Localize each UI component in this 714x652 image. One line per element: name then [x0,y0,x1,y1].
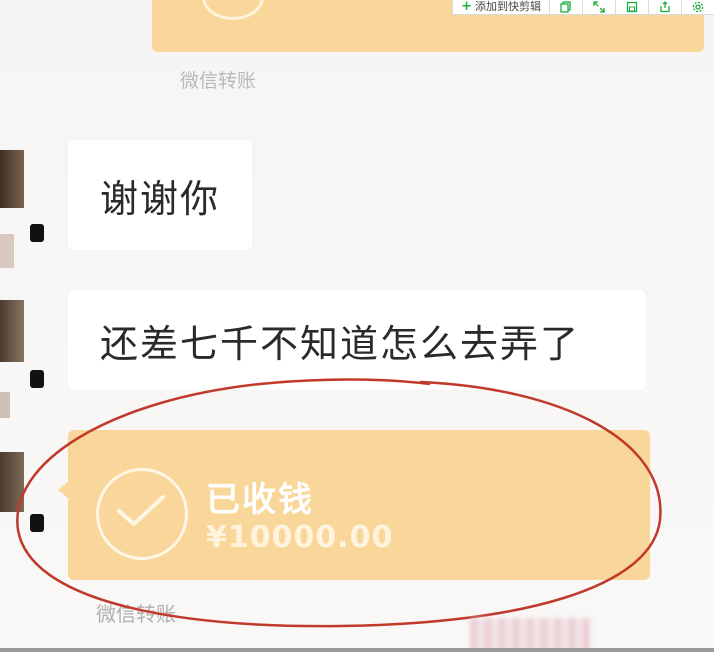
transfer-status: 已收钱 [206,480,314,520]
avatar-fragment [0,392,10,418]
avatar-fragment [0,234,14,268]
share-icon [659,0,671,17]
save-button[interactable] [616,0,649,14]
expand-button[interactable] [583,0,616,14]
avatar[interactable] [0,452,24,512]
copy-icon [560,0,572,17]
previous-transfer-label: 微信转账 [180,70,257,92]
bubble-tail [58,480,70,500]
copy-button[interactable] [550,0,583,14]
received-transfer-card[interactable]: 已收钱 ¥10000.00 [58,430,650,580]
chat-screen: + 添加到快剪辑 微信转账 谢谢你 还差七千不知道怎么去弄了 已收钱 ¥1000… [0,0,714,652]
bottom-edge [0,648,714,652]
settings-button[interactable] [682,0,714,14]
unread-marker [30,224,44,242]
message-bubble[interactable]: 谢谢你 [68,140,253,250]
add-to-clip-label: 添加到快剪辑 [475,0,541,13]
avatar[interactable] [0,300,24,362]
plus-icon: + [461,0,472,14]
watermark [470,618,590,652]
settings-icon [692,0,704,17]
checkmark-icon [117,495,165,526]
expand-icon [593,0,605,17]
unread-marker [30,370,44,388]
transfer-amount: ¥10000.00 [206,520,394,555]
unread-marker [30,514,44,532]
add-to-clip-button[interactable]: + 添加到快剪辑 [453,0,550,14]
save-icon [626,0,638,17]
check-circle-icon [96,468,188,560]
check-circle-icon [202,0,264,20]
message-bubble[interactable]: 还差七千不知道怎么去弄了 [68,290,646,390]
clip-toolbar: + 添加到快剪辑 [452,0,714,15]
transfer-label: 微信转账 [96,602,176,626]
message-text: 谢谢你 [100,176,221,221]
message-text: 还差七千不知道怎么去弄了 [100,321,581,366]
share-button[interactable] [649,0,682,14]
avatar[interactable] [0,150,24,208]
